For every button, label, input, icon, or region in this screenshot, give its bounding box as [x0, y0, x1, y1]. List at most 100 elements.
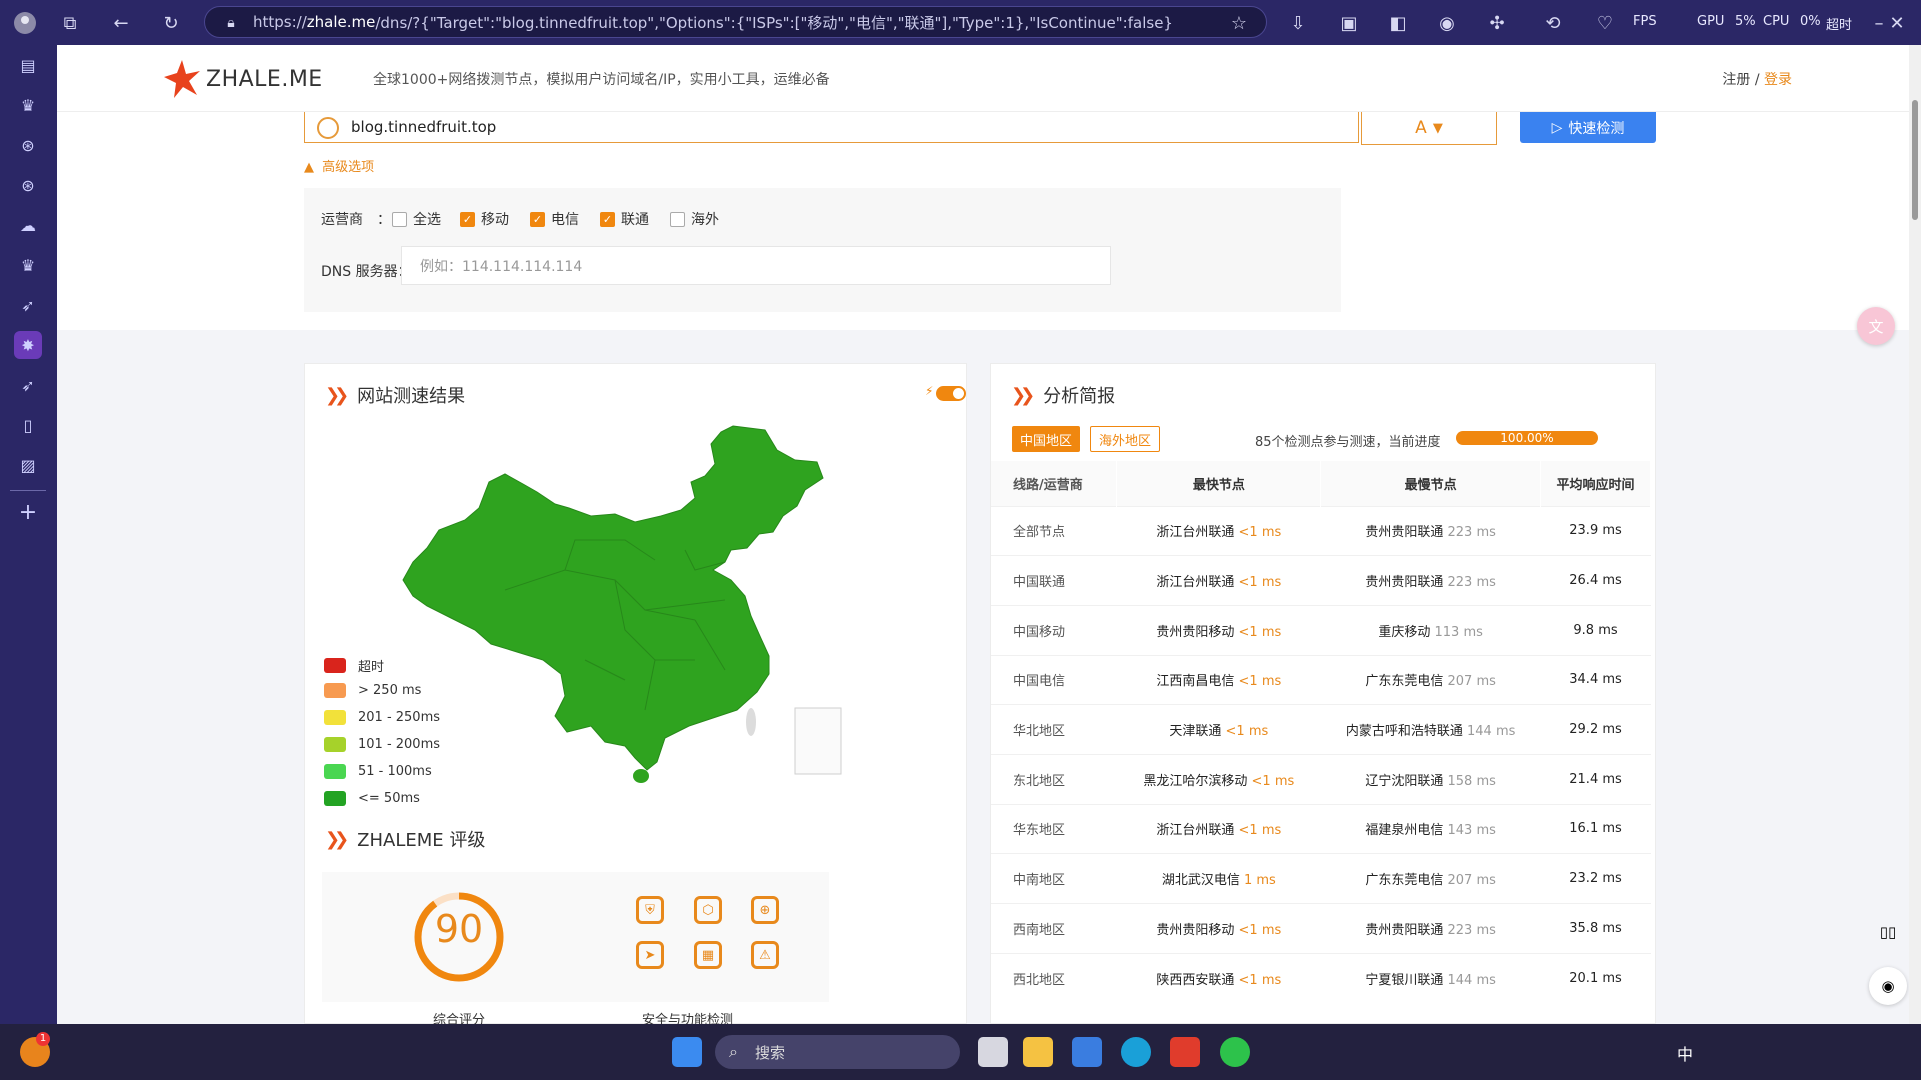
extensions-puzzle-icon[interactable]: ✣ [1484, 10, 1510, 36]
reader-mode-icon[interactable]: ▯▯ [1869, 913, 1907, 951]
warning-badge-icon[interactable]: ⚠ [751, 941, 779, 969]
hainan-shape[interactable] [633, 769, 649, 783]
translate-float-icon[interactable]: 文 [1857, 307, 1895, 345]
compass-app-icon-2[interactable]: ⊛ [14, 171, 42, 199]
checkbox-select-all[interactable]: 全选 [392, 209, 441, 229]
latency-value: 223 ms [1447, 922, 1496, 938]
checkbox-unicom[interactable]: ✓ 联通 [600, 209, 649, 229]
extension-icon[interactable]: ▣ [1336, 10, 1362, 36]
back-icon[interactable]: ← [108, 10, 134, 36]
checkbox-box[interactable]: ✓ [530, 211, 545, 227]
login-link[interactable]: 登录 [1764, 72, 1792, 88]
performance-icon[interactable]: ♡ [1592, 10, 1618, 36]
close-icon[interactable]: ✕ [1884, 10, 1910, 36]
slowest-node-cell: 贵州贵阳联通 223 ms [1320, 555, 1541, 606]
column-header: 平均响应时间 [1540, 461, 1651, 506]
add-app-icon[interactable]: + [14, 498, 42, 526]
store-icon[interactable] [1072, 1037, 1102, 1067]
checkbox-telecom[interactable]: ✓ 电信 [530, 209, 579, 229]
map-toggle-switch[interactable] [936, 386, 966, 401]
register-link[interactable]: 注册 [1722, 72, 1750, 88]
site-logo[interactable]: ZHALE.ME [162, 59, 323, 99]
checkbox-overseas[interactable]: 海外 [670, 209, 719, 229]
average-cell: 23.2 ms [1540, 853, 1651, 904]
results-card: ❯❯ 网站测速结果 ⚡︎ 超时 > 250 ms 201 - 250ms 101… [304, 363, 967, 1024]
reload-icon[interactable]: ↻ [158, 10, 184, 36]
copilot-extension-icon[interactable]: ◉ [1434, 10, 1460, 36]
advanced-options-toggle[interactable]: ▲ 高级选项 [304, 156, 374, 175]
edge-browser-icon[interactable] [1121, 1037, 1151, 1067]
workspaces-icon[interactable]: ⧉ [57, 10, 83, 36]
slowest-node-cell: 重庆移动 113 ms [1320, 604, 1541, 656]
table-row: 西北地区 陕西西安联通 <1 ms 宁夏银川联通 144 ms 20.1 ms [991, 952, 1651, 1003]
profile-avatar-icon[interactable] [12, 10, 38, 36]
crown-app-icon[interactable]: ♛ [14, 91, 42, 119]
checkbox-label: 海外 [691, 212, 719, 228]
shield-badge-icon[interactable]: ⛨ [636, 896, 664, 924]
taiwan-shape [746, 708, 756, 736]
scrollbar-thumb[interactable] [1912, 100, 1918, 220]
address-bar[interactable]: https://zhale.me/dns/?{"Target":"blog.ti… [204, 6, 1267, 38]
chevron-right-icon: ❯❯ [1011, 384, 1035, 406]
checkbox-box[interactable]: ✓ [600, 211, 615, 227]
domain-input[interactable]: blog.tinnedfruit.top [304, 112, 1359, 143]
sidebar-divider [10, 490, 46, 491]
average-cell: 26.4 ms [1540, 555, 1651, 606]
copilot-float-icon[interactable]: ◉ [1869, 967, 1907, 1005]
bird-app-icon-2[interactable]: ➶ [14, 371, 42, 399]
column-header: 最快节点 [1116, 461, 1322, 506]
compass-app-icon[interactable]: ⊛ [14, 131, 42, 159]
page-scrollbar[interactable] [1909, 45, 1921, 1024]
analysis-title-text: 分析简报 [1043, 386, 1116, 407]
tab-actions-icon[interactable]: ▤ [14, 51, 42, 79]
latency-value: 207 ms [1447, 873, 1496, 889]
favorite-star-icon[interactable]: ☆ [1226, 10, 1252, 36]
url-prefix: https:// [253, 13, 307, 31]
lock-icon[interactable]: 🔒︎ [218, 10, 244, 36]
file-explorer-icon[interactable] [1023, 1037, 1053, 1067]
bird-app-icon[interactable]: ➶ [14, 291, 42, 319]
wps-office-icon[interactable] [1170, 1037, 1200, 1067]
download-icon[interactable]: ⇩ [1285, 10, 1311, 36]
dns-server-input[interactable]: 例如：114.114.114.114 [401, 246, 1111, 285]
cloud-app-icon[interactable]: ☁ [14, 211, 42, 239]
record-type-select[interactable]: A ▼ [1361, 112, 1497, 145]
checkbox-mobile[interactable]: ✓ 移动 [460, 209, 509, 229]
taskbar-search[interactable]: ⌕ 搜索 [715, 1035, 960, 1069]
quick-check-button[interactable]: ▷ 快速检测 [1520, 112, 1656, 143]
china-mainland-shape[interactable] [402, 425, 824, 771]
wechat-icon[interactable] [1220, 1037, 1250, 1067]
latency-value: <1 ms [1225, 724, 1269, 740]
browser-toolbar: ⧉ ← ↻ https://zhale.me/dns/?{"Target":"b… [0, 0, 1921, 45]
document-app-icon[interactable]: ▯ [14, 411, 42, 439]
china-map[interactable] [395, 420, 875, 800]
windows-start-icon[interactable] [672, 1037, 702, 1067]
table-row: 华东地区 浙江台州联通 <1 ms 福建泉州电信 143 ms 16.1 ms [991, 803, 1651, 854]
hexagon-badge-icon[interactable]: ⬡ [694, 896, 722, 924]
node-name: 重庆移动 [1378, 624, 1431, 640]
line-cell: 全部节点 [991, 505, 1117, 556]
table-row: 中国联通 浙江台州联通 <1 ms 贵州贵阳联通 223 ms 26.4 ms [991, 555, 1651, 606]
checkbox-box[interactable]: ✓ [460, 211, 475, 227]
history-icon[interactable]: ⟲ [1540, 10, 1566, 36]
table-header-row: 线路/运营商 最快节点 最慢节点 平均响应时间 [991, 461, 1651, 506]
checkbox-box[interactable] [670, 211, 685, 227]
speed-badge-icon[interactable]: ➤ [636, 941, 664, 969]
latency-value: <1 ms [1238, 525, 1282, 541]
checkbox-label: 电信 [551, 212, 579, 228]
ime-indicator[interactable]: 中 [1677, 1041, 1693, 1065]
globe-badge-icon[interactable]: ⊕ [751, 896, 779, 924]
zhale-app-icon[interactable]: ✸ [14, 331, 42, 359]
average-cell: 20.1 ms [1540, 952, 1651, 1003]
task-view-icon[interactable] [978, 1037, 1008, 1067]
play-icon: ▷ [1551, 119, 1563, 136]
translate-extension-icon[interactable]: ◧ [1385, 10, 1411, 36]
crown-app-icon-2[interactable]: ♛ [14, 251, 42, 279]
tab-china-region[interactable]: 中国地区 [1012, 426, 1081, 452]
qr-badge-icon[interactable]: ▦ [694, 941, 722, 969]
image-app-icon[interactable]: ▨ [14, 451, 42, 479]
line-cell: 东北地区 [991, 753, 1117, 805]
tab-overseas-region[interactable]: 海外地区 [1090, 426, 1161, 452]
checkbox-box[interactable] [392, 211, 407, 227]
legend-swatch [324, 683, 346, 698]
